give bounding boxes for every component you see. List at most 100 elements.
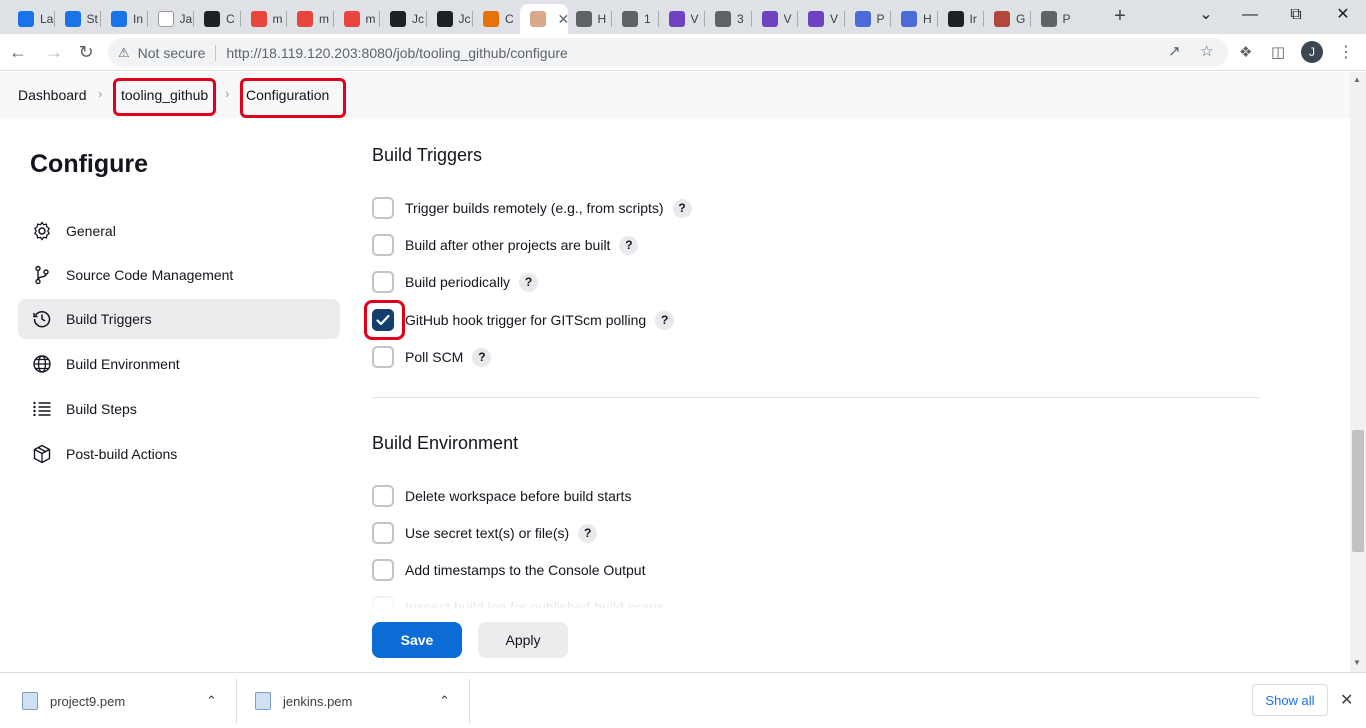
globe-icon: [30, 352, 54, 376]
download-item[interactable]: project9.pem: [22, 673, 125, 728]
url-text[interactable]: http://18.119.120.203:8080/job/tooling_g…: [226, 45, 567, 61]
option-label[interactable]: Poll SCM: [405, 349, 463, 365]
checkbox-use-secret-text[interactable]: [372, 522, 394, 544]
chevron-up-icon[interactable]: ⌃: [439, 693, 450, 709]
download-filename[interactable]: jenkins.pem: [283, 694, 352, 709]
checkbox-github-hook-trigger[interactable]: [372, 309, 394, 331]
browser-tab[interactable]: Ir: [938, 4, 985, 34]
omnibox-divider: [215, 44, 217, 61]
restore-button[interactable]: ⧉: [1273, 4, 1319, 28]
browser-tab[interactable]: G: [984, 4, 1031, 34]
reload-button[interactable]: ↻: [74, 41, 98, 65]
sidebar-item-source-code-management[interactable]: Source Code Management: [18, 255, 340, 295]
help-icon[interactable]: ?: [519, 272, 539, 292]
side-panel-icon[interactable]: ◫: [1271, 43, 1285, 61]
tab-title: G: [1016, 12, 1026, 26]
checkbox-poll-scm[interactable]: [372, 346, 394, 368]
tab-search-chevron-down-icon[interactable]: ⌄: [1183, 4, 1229, 28]
help-icon[interactable]: ?: [472, 347, 492, 367]
browser-tab[interactable]: H: [566, 4, 613, 34]
breadcrumb-job[interactable]: tooling_github: [121, 87, 208, 103]
browser-tab[interactable]: Jc: [380, 4, 427, 34]
browser-tab[interactable]: ✕: [519, 4, 569, 34]
page-scrollbar[interactable]: [1350, 72, 1366, 672]
browser-tab[interactable]: P: [845, 4, 892, 34]
checkbox-build-periodically[interactable]: [372, 271, 394, 293]
apply-button[interactable]: Apply: [478, 622, 568, 658]
browser-tab[interactable]: P: [1031, 4, 1078, 34]
tab-title: V: [690, 12, 699, 26]
tab-title: H: [597, 12, 607, 26]
security-status[interactable]: Not secure: [138, 45, 206, 61]
close-window-button[interactable]: ✕: [1320, 4, 1366, 28]
browser-tab[interactable]: H: [891, 4, 938, 34]
browser-tab[interactable]: m: [287, 4, 334, 34]
chevron-up-icon[interactable]: ⌃: [206, 693, 217, 709]
new-tab-button[interactable]: +: [1108, 4, 1132, 30]
browser-tab[interactable]: In: [101, 4, 148, 34]
browser-tab[interactable]: Jc: [427, 4, 474, 34]
share-icon[interactable]: ↗: [1168, 42, 1181, 60]
tab-favicon-icon: [715, 11, 731, 27]
browser-tab[interactable]: La: [8, 4, 55, 34]
extensions-puzzle-icon[interactable]: ❖: [1239, 43, 1252, 61]
help-icon[interactable]: ?: [655, 310, 675, 330]
scroll-up-arrow-icon[interactable]: ▲: [1353, 75, 1361, 84]
option-label[interactable]: Trigger builds remotely (e.g., from scri…: [405, 200, 664, 216]
browser-menu-icon[interactable]: ⋮: [1338, 42, 1354, 62]
sidebar-item-build-environment[interactable]: Build Environment: [18, 344, 340, 384]
download-filename[interactable]: project9.pem: [50, 694, 125, 709]
tab-title: In: [133, 12, 144, 26]
sidebar-item-build-steps[interactable]: Build Steps: [18, 389, 340, 429]
breadcrumb-dashboard[interactable]: Dashboard: [18, 87, 87, 103]
browser-tab[interactable]: V: [798, 4, 845, 34]
browser-tab[interactable]: m: [334, 4, 381, 34]
option-label[interactable]: Use secret text(s) or file(s): [405, 525, 569, 541]
sidebar-item-post-build-actions[interactable]: Post-build Actions: [18, 434, 340, 474]
browser-tab[interactable]: 1: [612, 4, 659, 34]
back-button[interactable]: ←: [6, 41, 30, 65]
help-icon[interactable]: ?: [672, 198, 692, 218]
breadcrumb-configuration[interactable]: Configuration: [246, 87, 329, 103]
browser-tab[interactable]: 3: [705, 4, 752, 34]
tab-favicon-icon: [668, 11, 685, 27]
tab-favicon-icon: [18, 11, 34, 27]
profile-avatar[interactable]: J: [1301, 41, 1323, 63]
minimize-button[interactable]: —: [1227, 4, 1273, 28]
checkbox-build-after-other-projects[interactable]: [372, 234, 394, 256]
bookmark-star-icon[interactable]: ☆: [1200, 42, 1213, 60]
help-icon[interactable]: ?: [619, 235, 639, 255]
browser-tab[interactable]: m: [241, 4, 288, 34]
option-label[interactable]: Build after other projects are built: [405, 237, 610, 253]
address-bar[interactable]: ⚠ Not secure http://18.119.120.203:8080/…: [108, 38, 1228, 67]
checkbox-trigger-remotely[interactable]: [372, 197, 394, 219]
option-label[interactable]: GitHub hook trigger for GITScm polling: [405, 312, 646, 328]
browser-tab[interactable]: St: [55, 4, 102, 34]
browser-tab[interactable]: C: [473, 4, 520, 34]
save-button[interactable]: Save: [372, 622, 462, 658]
help-icon[interactable]: ?: [578, 523, 598, 543]
tab-title: C: [226, 12, 235, 26]
option-label[interactable]: Delete workspace before build starts: [405, 488, 631, 504]
tab-title: Ja: [179, 12, 193, 26]
option-label[interactable]: Add timestamps to the Console Output: [405, 562, 645, 578]
checkbox-delete-workspace[interactable]: [372, 485, 394, 507]
tab-title: m: [319, 12, 329, 26]
browser-tab[interactable]: V: [659, 4, 706, 34]
checkbox-add-timestamps[interactable]: [372, 559, 394, 581]
browser-tab[interactable]: V: [752, 4, 799, 34]
sidebar-item-general[interactable]: General: [18, 211, 340, 251]
scroll-down-arrow-icon[interactable]: ▼: [1353, 658, 1361, 667]
file-icon: [255, 692, 271, 710]
forward-button[interactable]: →: [42, 41, 66, 65]
browser-tab[interactable]: Ja: [148, 4, 195, 34]
package-icon: [30, 442, 54, 466]
show-all-downloads-button[interactable]: Show all: [1252, 684, 1328, 716]
option-label[interactable]: Build periodically: [405, 274, 510, 290]
download-item[interactable]: jenkins.pem: [255, 673, 352, 728]
tab-title: Jc: [458, 12, 471, 26]
scrollbar-thumb[interactable]: [1352, 430, 1364, 552]
sidebar-item-build-triggers[interactable]: Build Triggers: [18, 299, 340, 339]
close-icon[interactable]: ✕: [1340, 690, 1353, 710]
browser-tab[interactable]: C: [194, 4, 241, 34]
